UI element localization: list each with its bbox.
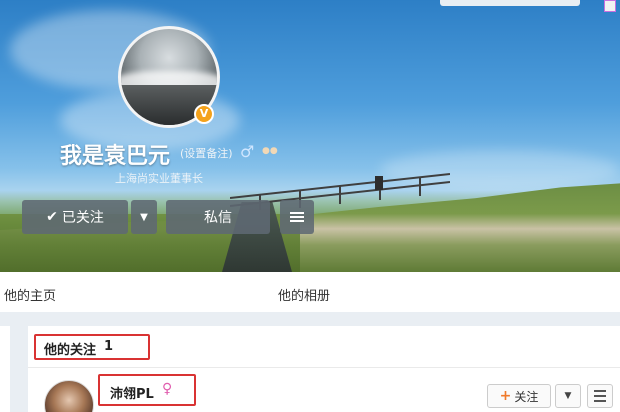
plus-icon: + (499, 388, 512, 404)
follow-label: 关注 (514, 389, 539, 404)
left-column (0, 326, 10, 412)
profile-cover: V 我是袁巴元 (设置备注) ♂ ●● 上海尚实业董事长 ✔ 已关注 ▼ 私信 (0, 0, 620, 272)
check-icon: ✔ (46, 209, 58, 225)
following-header: 他的关注 1 (28, 326, 620, 368)
set-remark-link[interactable]: (设置备注) (180, 145, 233, 161)
menu-icon (290, 210, 304, 224)
following-title: 他的关注 (44, 343, 97, 358)
followed-label: 已关注 (61, 210, 104, 226)
user-name[interactable]: 沛翎PL (110, 383, 154, 402)
male-icon: ♂ (240, 142, 255, 161)
profile-page: V 我是袁巴元 (设置备注) ♂ ●● 上海尚实业董事长 ✔ 已关注 ▼ 私信 … (0, 0, 620, 412)
more-menu-button[interactable] (280, 200, 314, 234)
profile-tabs: 他的主页 他的相册 (0, 272, 620, 312)
following-panel: 他的关注 1 沛翎PL ♀ + 关注 ▼ (28, 326, 620, 412)
tab-home[interactable]: 他的主页 (4, 285, 56, 304)
message-label: 私信 (204, 210, 232, 226)
chevron-down-icon: ▼ (140, 211, 148, 223)
profile-name: 我是袁巴元 (60, 144, 171, 169)
message-button[interactable]: 私信 (166, 200, 270, 234)
profile-subtitle: 上海尚实业董事长 (115, 172, 203, 185)
user-avatar[interactable] (44, 380, 94, 412)
chevron-down-icon: ▼ (564, 391, 572, 401)
followed-button[interactable]: ✔ 已关注 (22, 200, 128, 234)
top-bar-fragment (440, 0, 580, 6)
following-count: 1 (104, 339, 114, 354)
follow-dropdown-button[interactable]: ▼ (131, 200, 157, 234)
user-dropdown-button[interactable]: ▼ (555, 384, 581, 408)
corner-box (604, 0, 616, 12)
verified-badge: V (194, 104, 214, 124)
tab-album[interactable]: 他的相册 (278, 285, 330, 304)
female-icon: ♀ (162, 381, 173, 397)
member-icon: ●● (262, 146, 278, 156)
follow-button[interactable]: + 关注 (487, 384, 551, 408)
user-menu-button[interactable] (587, 384, 613, 408)
